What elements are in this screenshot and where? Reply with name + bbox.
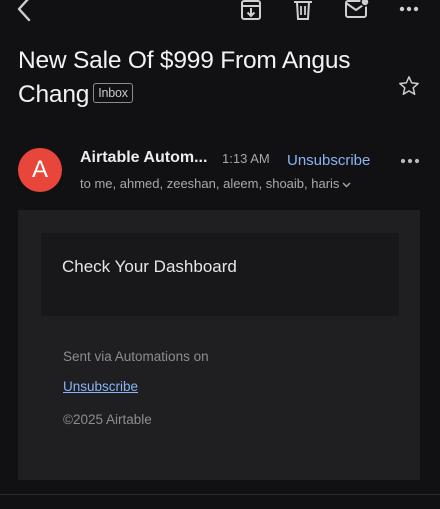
recipients-toggle[interactable]: to me, ahmed, zeeshan, aleem, shoaib, ha… [80, 176, 351, 191]
email-body: Check Your Dashboard Sent via Automation… [18, 210, 420, 480]
subject-text: New Sale Of $999 From Angus Chang [18, 47, 351, 108]
star-icon [399, 76, 419, 95]
sender-avatar[interactable]: A [18, 148, 62, 192]
dashboard-card[interactable]: Check Your Dashboard [41, 233, 399, 316]
chevron-down-icon [342, 182, 351, 188]
inbox-label-chip[interactable]: Inbox [93, 82, 133, 103]
message-more-button[interactable] [395, 149, 425, 173]
top-toolbar [0, 0, 440, 26]
copyright-text: ©2025 Airtable [63, 412, 152, 427]
divider [0, 494, 440, 495]
dashboard-cta-text: Check Your Dashboard [62, 257, 237, 276]
more-icon [400, 158, 420, 164]
trash-icon [294, 1, 312, 20]
footer-unsubscribe-link[interactable]: Unsubscribe [63, 379, 138, 394]
archive-button[interactable] [238, 0, 264, 24]
unsubscribe-button[interactable]: Unsubscribe [287, 152, 370, 169]
back-button[interactable] [10, 0, 38, 26]
star-button[interactable] [396, 73, 422, 99]
delete-button[interactable] [290, 0, 316, 24]
sent-via-text: Sent via Automations on [63, 349, 209, 364]
message-time: 1:13 AM [222, 151, 270, 166]
back-icon [17, 0, 31, 22]
mark-unread-icon [345, 0, 370, 18]
email-subject: New Sale Of $999 From Angus Chang Inbox [18, 44, 378, 112]
recipients-text: to me, ahmed, zeeshan, aleem, shoaib, ha… [80, 176, 340, 191]
mark-unread-button[interactable] [342, 0, 372, 24]
archive-icon [241, 0, 261, 20]
more-options-button[interactable] [394, 0, 424, 24]
sender-name[interactable]: Airtable Autom... [80, 149, 207, 167]
more-icon [399, 6, 419, 12]
